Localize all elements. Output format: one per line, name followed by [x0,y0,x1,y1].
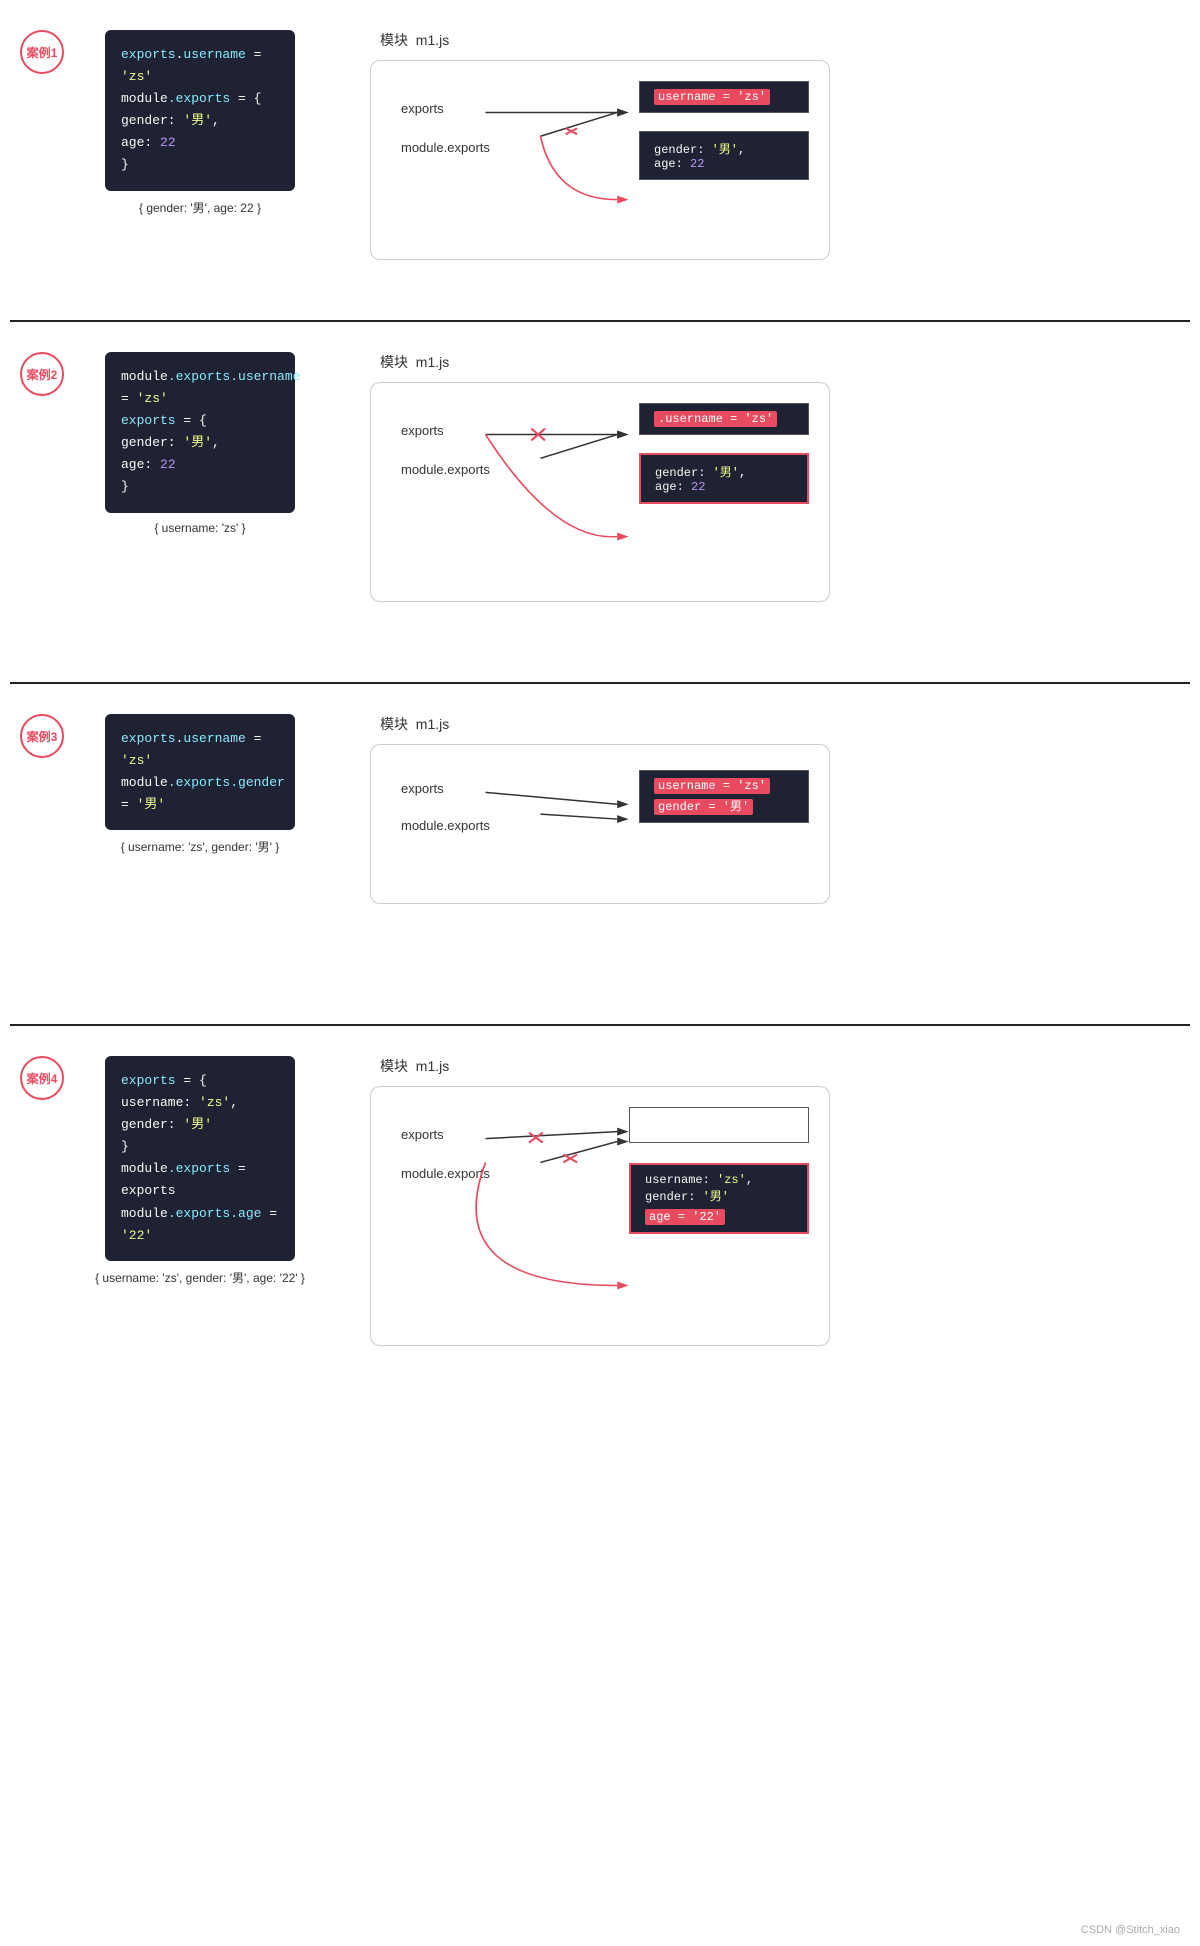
module-box-4: exports module.exports username: 'zs', g… [370,1086,830,1346]
module-box-3: exports module.exports username = 'zs' g… [370,744,830,904]
data-box-2b: gender: '男', age: 22 [639,453,809,504]
badge-4: 案例4 [20,1056,64,1100]
module-box-1: exports module.exports username = 'zs' g… [370,60,830,260]
badge-3: 案例3 [20,714,64,758]
module-title-2: 模块 m1.js [380,352,1180,372]
exports-label-2: exports [401,423,490,438]
data-box-1b: gender: '男', age: 22 [639,131,809,180]
exports-label-3: exports [401,781,490,796]
code-block-2: module.exports.username = 'zs' exports =… [105,352,295,513]
section-2: 案例2 module.exports.username = 'zs' expor… [0,322,1200,682]
section-4: 案例4 exports = { username: 'zs', gender: … [0,1026,1200,1406]
watermark: CSDN @Stitch_xiao [1081,1924,1180,1936]
data-box-3a: username = 'zs' gender = '男' [639,770,809,823]
code-block-1: exports.username = 'zs' module.exports =… [105,30,295,191]
data-box-1a: username = 'zs' [639,81,809,113]
data-box-2a: .username = 'zs' [639,403,809,435]
module-exports-label-3: module.exports [401,818,490,833]
module-title-3: 模块 m1.js [380,714,1180,734]
data-box-4b: username: 'zs', gender: '男' age = '22' [629,1163,809,1234]
module-box-2: exports module.exports .username = 'zs' … [370,382,830,602]
exports-label-4: exports [401,1127,490,1142]
result-3: { username: 'zs', gender: '男' } [121,838,280,855]
left-panel-2: module.exports.username = 'zs' exports =… [90,352,310,535]
left-panel-1: exports.username = 'zs' module.exports =… [90,30,310,216]
left-panel-4: exports = { username: 'zs', gender: '男' … [90,1056,310,1286]
section-1: 案例1 exports.username = 'zs' module.expor… [0,0,1200,320]
left-panel-3: exports.username = 'zs' module.exports.g… [90,714,310,855]
badge-1: 案例1 [20,30,64,74]
section-3: 案例3 exports.username = 'zs' module.expor… [0,684,1200,1024]
module-exports-label-4: module.exports [401,1166,490,1181]
right-panel-3: 模块 m1.js exports module.exports username… [370,714,1180,904]
code-block-3: exports.username = 'zs' module.exports.g… [105,714,295,830]
badge-2: 案例2 [20,352,64,396]
data-box-4a [629,1107,809,1143]
right-panel-1: 模块 m1.js exports module.exports username… [370,30,1180,260]
right-panel-2: 模块 m1.js exports module.exports .usernam… [370,352,1180,602]
result-2: { username: 'zs' } [154,521,245,535]
exports-label-1: exports [401,101,490,116]
module-title-1: 模块 m1.js [380,30,1180,50]
result-4: { username: 'zs', gender: '男', age: '22'… [95,1269,305,1286]
result-1: { gender: '男', age: 22 } [139,199,261,216]
code-block-4: exports = { username: 'zs', gender: '男' … [105,1056,295,1261]
right-panel-4: 模块 m1.js exports module.exports username… [370,1056,1180,1346]
module-title-4: 模块 m1.js [380,1056,1180,1076]
module-exports-label-2: module.exports [401,462,490,477]
module-exports-label-1: module.exports [401,140,490,155]
